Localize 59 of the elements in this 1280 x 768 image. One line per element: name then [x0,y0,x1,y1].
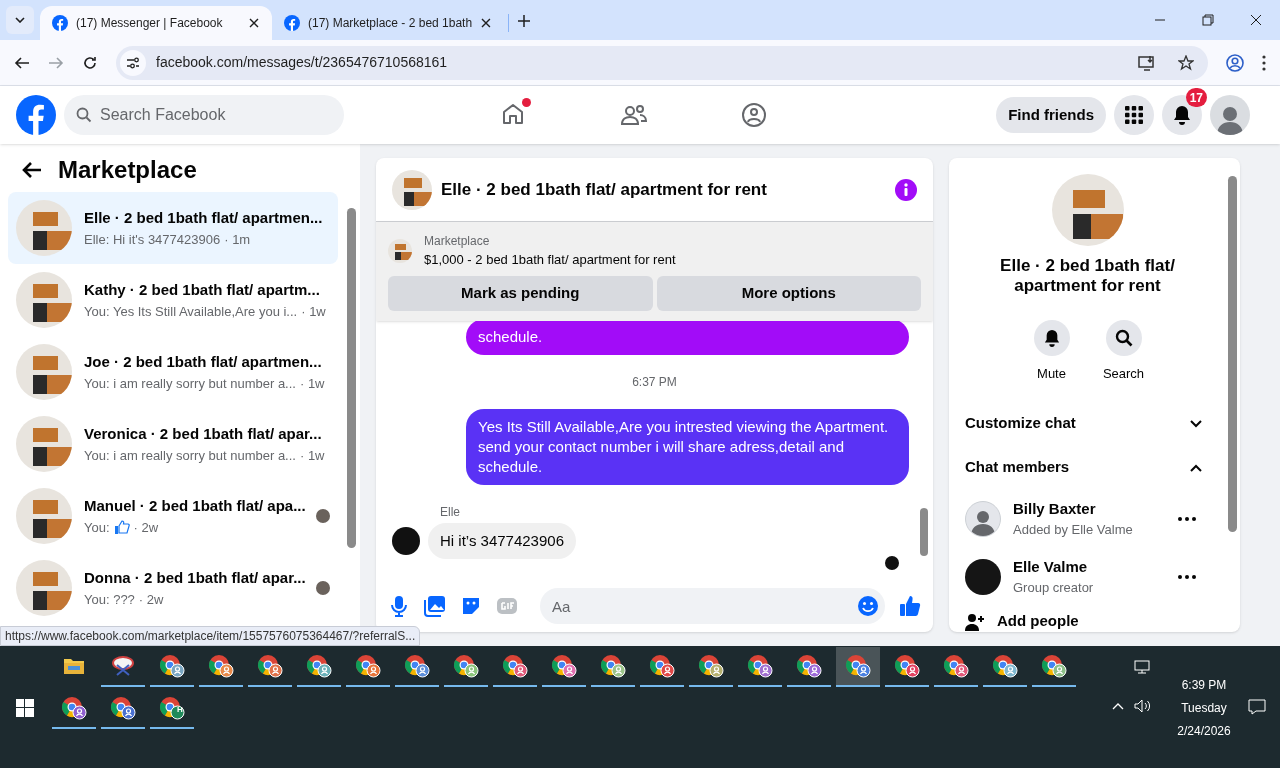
conversation-item[interactable]: Kathy · 2 bed 1bath flat/ apartm... You: Yes Its Still Available,Are you i... · 1w [8,264,338,336]
member-item[interactable]: Elle Valme Group creator [949,547,1226,606]
message-time: · 1w [299,374,325,393]
listing-text: $1,000 - 2 bed 1bath flat/ apartment for rent [424,251,676,269]
conversation-title: Veronica · 2 bed 1bath flat/ apar... [84,424,323,444]
find-friends-button[interactable]: Find friends [996,97,1106,133]
message-bubble: Hi it’s 3477423906 [428,522,576,559]
conversation-item[interactable]: Veronica · 2 bed 1bath flat/ apar... You: i am really sorry but number a... · 1w [8,408,338,480]
search-field[interactable]: Search Facebook [64,95,344,135]
conversation-title: Elle · 2 bed 1bath flat/ apartmen... [84,208,324,228]
member-note: Added by Elle Valme [1013,521,1133,539]
sender-name: Elle [440,503,460,521]
message-preview: You: Yes Its Still Available,Are you i... [84,302,298,321]
message-time: · 1m [224,230,251,249]
section-header[interactable]: Customize chat [949,401,1226,446]
chat-title: Elle · 2 bed 1bath flat/ apartment for rent [441,178,768,201]
sidebar-title: Marketplace [58,155,197,185]
timestamp: 6:37 PM [632,373,677,391]
details-title: Elle · 2 bed 1bath flat/ apartment for rent [999,256,1176,296]
conversation-title: Donna · 2 bed 1bath flat/ apar... [84,568,304,588]
member-name: Elle Valme [1013,556,1088,577]
message-preview: You: ??? [84,590,135,609]
browser-tab[interactable]: (17) Messenger | Facebook [40,6,272,40]
status-url: https://www.facebook.com/marketplace/item/1557576075364467/?referralS... [0,626,421,646]
member-name: Billy Baxter [1013,498,1096,519]
browser-tab[interactable]: (17) Marketplace - 2 bed 1bath [272,6,504,40]
conversation-item[interactable]: Manuel · 2 bed 1bath flat/ apa... You: · 2w [8,480,338,552]
action-label: Search [1102,365,1145,383]
address-bar[interactable]: facebook.com/messages/t/2365476710568161 [116,45,1208,80]
message-preview: You: i am really sorry but number a... [84,446,296,465]
message-time: · 1w [301,302,326,321]
message-preview: You: [84,518,110,537]
message-time: · 1w [299,446,325,465]
conversation-title: Manuel · 2 bed 1bath flat/ apa... [84,496,304,516]
message-input[interactable]: Aa [540,588,885,624]
listing-action-button[interactable]: More options [656,275,921,311]
conversation-title: Joe · 2 bed 1bath flat/ apartmen... [84,352,323,372]
message-bubble: schedule. [466,320,909,355]
clock-time[interactable]: 6:39 PM [1181,674,1227,697]
message-preview: You: i am really sorry but number a... [84,374,296,393]
conversation-title: Kathy · 2 bed 1bath flat/ apartm... [84,280,321,300]
listing-action-button[interactable]: Mark as pending [388,275,653,311]
conversation-item[interactable]: Donna · 2 bed 1bath flat/ apar... You: ??? · 2w [8,552,338,624]
message-time: · 2w [138,590,164,609]
clock-date[interactable]: 2/24/2026 [1177,720,1231,743]
member-item[interactable]: Billy Baxter Added by Elle Valme [949,489,1226,548]
conversation-item[interactable]: Joe · 2 bed 1bath flat/ apartmen... You: i am really sorry but number a... · 1w [8,336,338,408]
member-note: Group creator [1013,579,1094,597]
notification-count: 17 [1185,88,1207,107]
add-people-button[interactable]: Add people [949,605,1226,632]
clock-day[interactable]: Tuesday [1181,697,1227,720]
message-preview: Elle: Hi it's 3477423906 [84,230,221,249]
message-bubble: Yes Its Still Available,Are you intrested viewing the Apartment. send your contact number i will share adress,detail and schedule. [466,408,909,485]
section-header[interactable]: Chat members [949,445,1226,490]
message-time: · 2w [133,518,159,537]
listing-label: Marketplace [424,233,490,250]
url-text: facebook.com/messages/t/2365476710568161 [156,53,449,72]
conversation-item[interactable]: Elle · 2 bed 1bath flat/ apartmen... Elle: Hi it's 3477423906 · 1m [8,192,338,264]
action-label: Mute [1037,365,1066,383]
